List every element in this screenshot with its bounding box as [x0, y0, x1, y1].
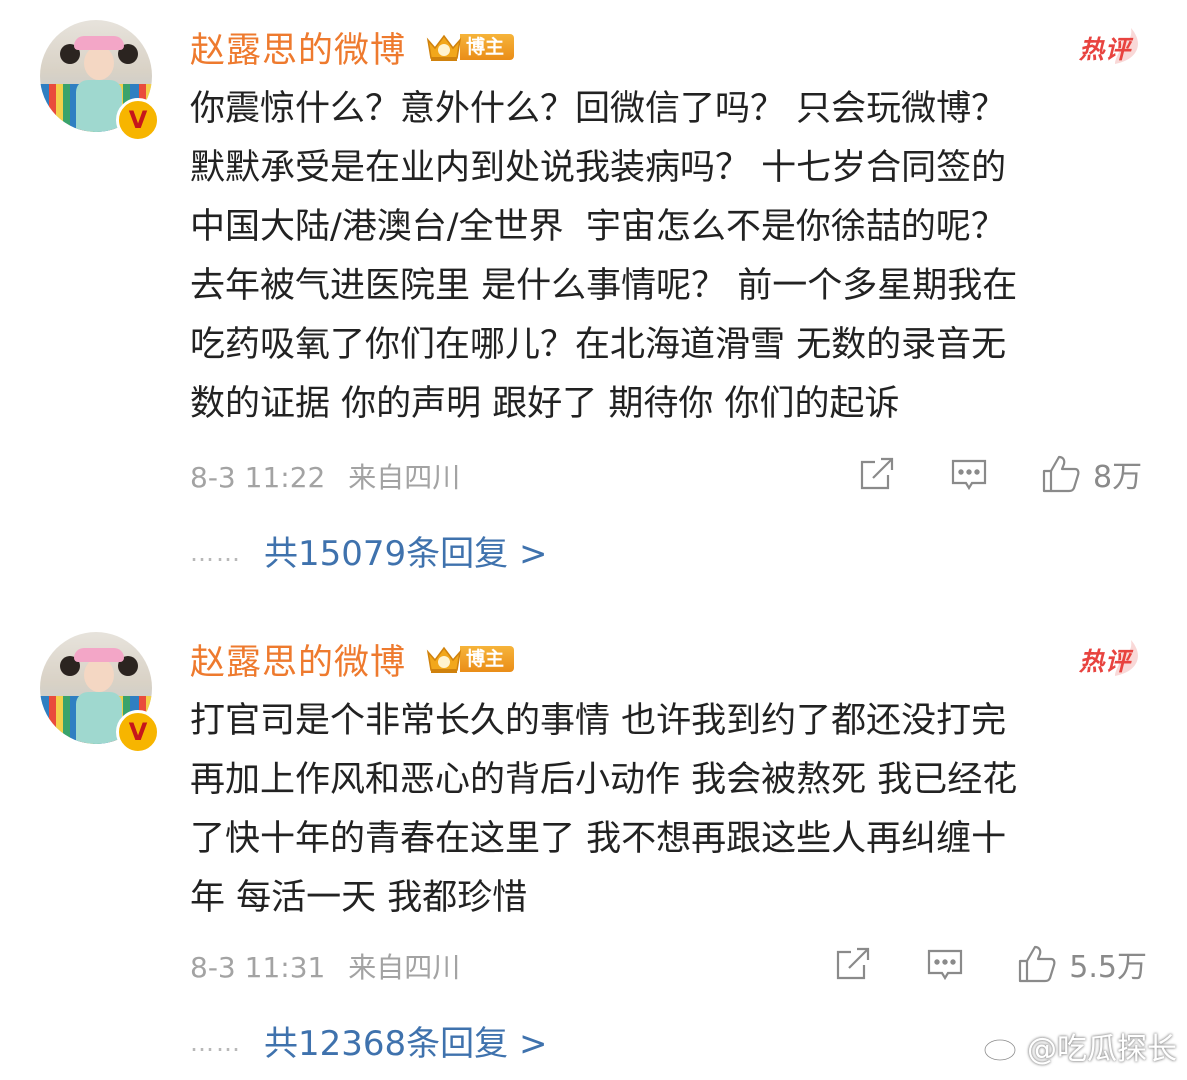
like-icon[interactable] — [1017, 944, 1057, 984]
verified-v-icon: V — [116, 98, 160, 142]
author-badge-label: 博主 — [460, 646, 515, 672]
comment-actions: 8万 — [857, 452, 1147, 496]
view-replies-link[interactable]: …… 共15079条回复 > — [190, 526, 547, 575]
hot-comment-tag: 热评 — [1075, 26, 1147, 66]
comment-list: V 赵露思的微博 博主 热评 你震惊什么？意外什么？回微信了吗？ 只会玩微博？ … — [0, 0, 1187, 1080]
comment-item: V 赵露思的微博 博主 热评 打官司是个非常长久的事情 也许我到约了都还没打完 … — [0, 612, 1187, 1080]
avatar[interactable]: V — [40, 20, 160, 142]
author-badge-label: 博主 — [460, 34, 515, 60]
comment-icon[interactable] — [925, 944, 965, 984]
crown-badge-icon — [424, 30, 464, 64]
view-replies-link[interactable]: …… 共12368条回复 > — [190, 1016, 547, 1065]
dots-icon: …… — [190, 1029, 242, 1057]
like-count: 8万 — [1093, 460, 1143, 495]
comment-item: V 赵露思的微博 博主 热评 你震惊什么？意外什么？回微信了吗？ 只会玩微博？ … — [0, 0, 1187, 600]
comment-time: 8-3 11:31 — [190, 951, 326, 984]
weibo-logo-icon — [983, 1031, 1022, 1062]
comment-text: 打官司是个非常长久的事情 也许我到约了都还没打完 再加上作风和恶心的背后小动作 … — [190, 701, 1018, 918]
share-icon[interactable] — [833, 944, 873, 984]
crown-badge-icon — [424, 642, 464, 676]
comment-source: 来自四川 — [348, 461, 461, 494]
verified-v-icon: V — [116, 710, 160, 754]
comment-meta: 8-3 11:22 来自四川 — [190, 456, 460, 496]
watermark-text: @吃瓜探长 — [1027, 1032, 1177, 1067]
replies-label: 共12368条回复 > — [264, 1024, 548, 1064]
comment-text: 你震惊什么？意外什么？回微信了吗？ 只会玩微博？ 默默承受是在业内到处说我装病吗… — [190, 89, 1018, 424]
dots-icon: …… — [190, 539, 242, 567]
like-icon[interactable] — [1041, 454, 1081, 494]
author-badge: 博主 — [424, 30, 515, 64]
like-count: 5.5万 — [1069, 950, 1147, 985]
replies-label: 共15079条回复 > — [264, 534, 548, 574]
comment-source: 来自四川 — [348, 951, 461, 984]
avatar[interactable]: V — [40, 632, 160, 754]
share-icon[interactable] — [857, 454, 897, 494]
comment-meta: 8-3 11:31 来自四川 — [190, 946, 460, 986]
comment-time: 8-3 11:22 — [190, 461, 326, 494]
watermark: @吃瓜探长 — [983, 1024, 1177, 1068]
comment-actions: 5.5万 — [833, 942, 1147, 986]
author-badge: 博主 — [424, 642, 515, 676]
username[interactable]: 赵露思的微博 — [190, 634, 406, 685]
comment-icon[interactable] — [949, 454, 989, 494]
hot-comment-tag: 热评 — [1075, 638, 1147, 678]
username[interactable]: 赵露思的微博 — [190, 22, 406, 73]
